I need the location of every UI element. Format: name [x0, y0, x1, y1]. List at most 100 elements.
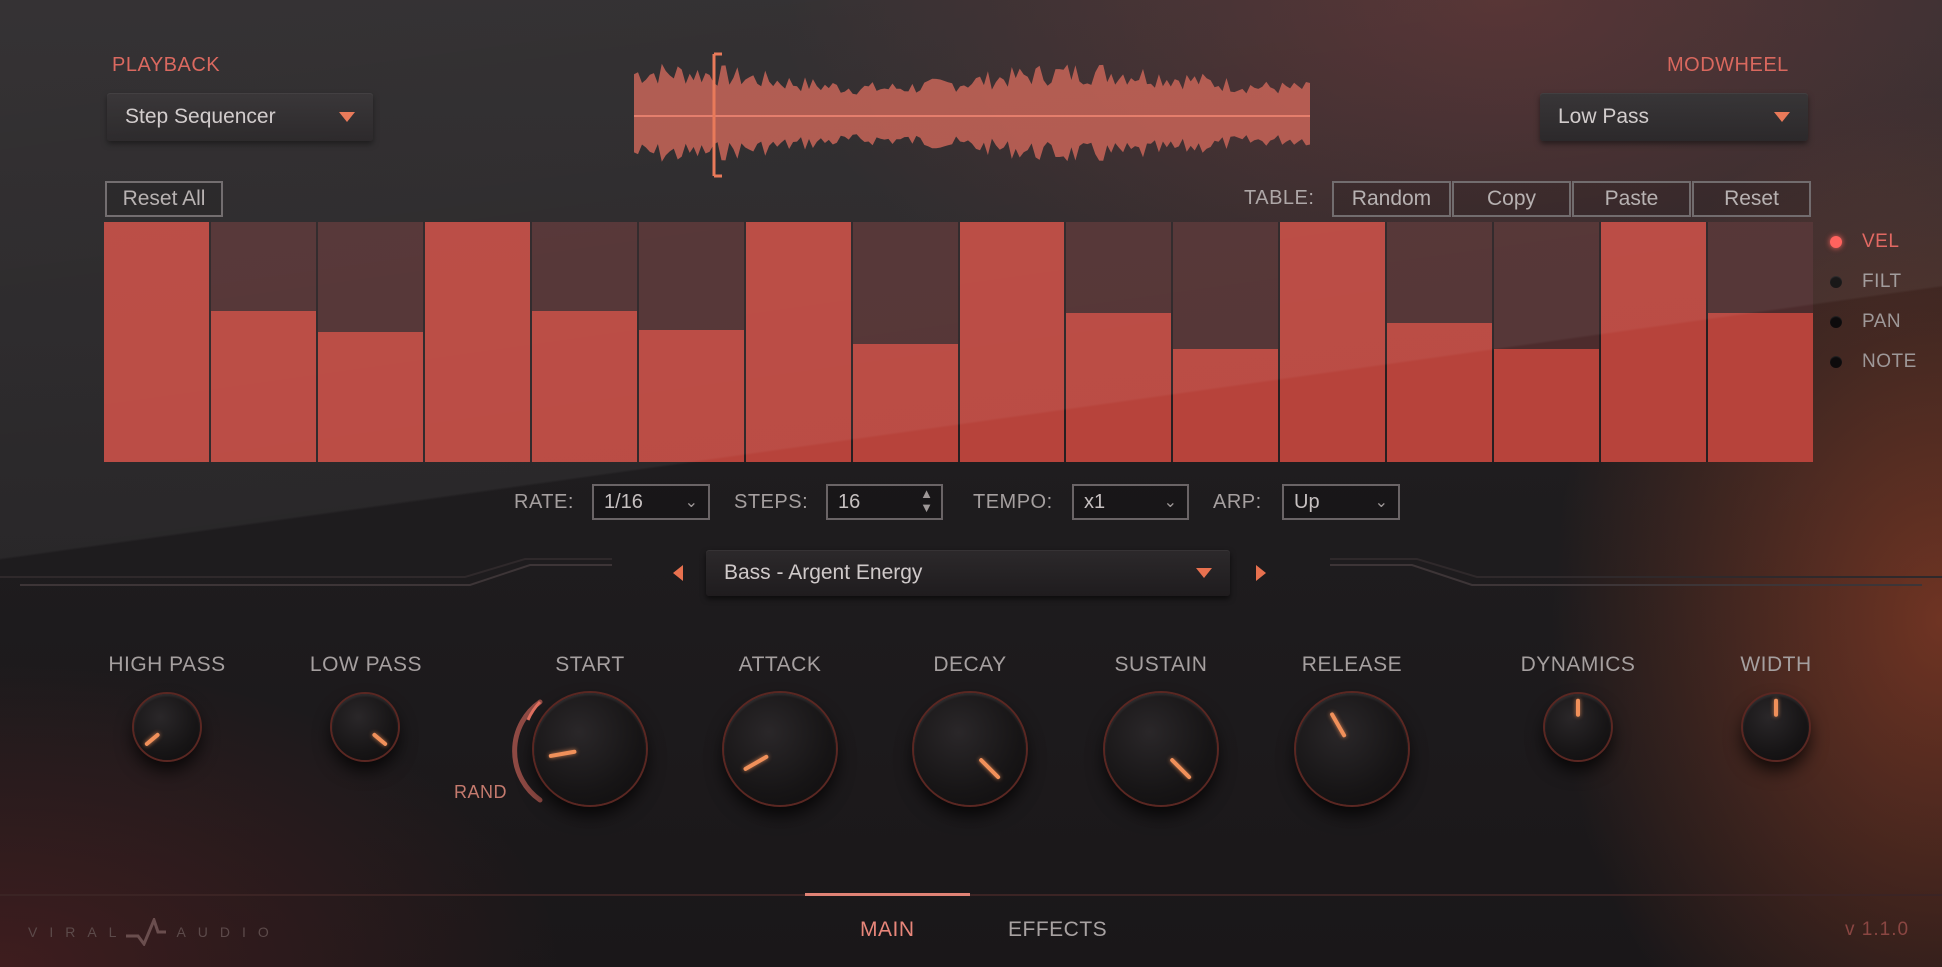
tempo-value: x1: [1084, 490, 1106, 513]
step-value-fill: [1601, 222, 1707, 462]
step-7[interactable]: [745, 222, 851, 462]
step-value-fill: [1387, 322, 1493, 462]
low-pass-knob[interactable]: [332, 694, 398, 760]
step-value-fill: [852, 344, 958, 462]
preset-next-button[interactable]: [1256, 565, 1266, 581]
mode-filt-label: FILT: [1862, 271, 1902, 292]
high-pass-label: HIGH PASS: [108, 653, 226, 676]
modwheel-dropdown[interactable]: Low Pass: [1540, 93, 1808, 141]
step-5[interactable]: [531, 222, 637, 462]
step-16[interactable]: [1708, 222, 1813, 462]
playback-value: Step Sequencer: [125, 105, 276, 128]
rand-label: RAND: [454, 782, 508, 802]
preset-prev-button[interactable]: [673, 565, 683, 581]
width-label: WIDTH: [1740, 653, 1812, 676]
table-paste-button[interactable]: Paste: [1572, 181, 1691, 217]
logo-mark-icon: [126, 918, 167, 946]
sustain-label: SUSTAIN: [1114, 653, 1208, 676]
arp-value: Up: [1294, 490, 1320, 513]
tempo-select[interactable]: x1 ⌄: [1072, 484, 1189, 520]
modwheel-label: MODWHEEL: [1667, 54, 1789, 76]
attack-label: ATTACK: [738, 653, 822, 676]
tab-effects[interactable]: EFFECTS: [1008, 918, 1107, 942]
playback-label: PLAYBACK: [112, 54, 221, 76]
step-value-fill: [317, 332, 423, 462]
step-sequencer-grid[interactable]: [104, 222, 1813, 462]
radio-dot-icon: [1830, 356, 1842, 368]
step-value-fill: [1173, 349, 1279, 462]
step-value-fill: [959, 222, 1065, 462]
radio-dot-icon: [1830, 236, 1842, 248]
chevron-down-icon: [339, 112, 355, 122]
decay-label: DECAY: [933, 653, 1007, 676]
mode-vel[interactable]: VEL: [1830, 227, 1899, 257]
step-12[interactable]: [1280, 222, 1386, 462]
logo-text-left: VIRAL: [28, 924, 129, 940]
start-label: START: [555, 653, 625, 676]
step-6[interactable]: [638, 222, 744, 462]
chevron-down-icon: [1196, 568, 1212, 578]
tempo-label: TEMPO:: [973, 491, 1053, 513]
table-reset-button[interactable]: Reset: [1692, 181, 1811, 217]
chevron-down-icon: ⌄: [1163, 494, 1177, 511]
rate-value: 1/16: [604, 490, 643, 513]
step-13[interactable]: [1387, 222, 1493, 462]
step-value-fill: [1280, 222, 1386, 462]
chevron-down-icon: [1774, 112, 1790, 122]
width-knob[interactable]: [1743, 694, 1809, 760]
table-copy-button[interactable]: Copy: [1452, 181, 1571, 217]
radio-dot-icon: [1830, 276, 1842, 288]
start-knob[interactable]: [534, 693, 646, 805]
stepper-arrows-icon[interactable]: ▲ ▼: [920, 487, 933, 515]
rate-select[interactable]: 1/16 ⌄: [592, 484, 710, 520]
step-2[interactable]: [210, 222, 316, 462]
mode-filt[interactable]: FILT: [1830, 267, 1902, 297]
waveform-display[interactable]: [634, 50, 1310, 178]
mode-vel-label: VEL: [1862, 231, 1900, 252]
sustain-knob[interactable]: [1105, 693, 1217, 805]
high-pass-knob[interactable]: [134, 694, 200, 760]
step-10[interactable]: [1066, 222, 1172, 462]
chevron-down-icon: ⌄: [684, 494, 698, 511]
table-random-button[interactable]: Random: [1332, 181, 1451, 217]
step-8[interactable]: [852, 222, 958, 462]
step-value-fill: [745, 222, 851, 462]
step-15[interactable]: [1601, 222, 1707, 462]
step-value-fill: [1066, 313, 1172, 462]
step-11[interactable]: [1173, 222, 1279, 462]
table-label: TABLE:: [1244, 187, 1315, 209]
step-value-fill: [638, 330, 744, 462]
modwheel-value: Low Pass: [1558, 105, 1650, 128]
tab-main[interactable]: MAIN: [860, 918, 915, 942]
decay-knob[interactable]: [914, 693, 1026, 805]
low-pass-label: LOW PASS: [309, 653, 423, 676]
release-knob[interactable]: [1296, 693, 1408, 805]
mode-pan[interactable]: PAN: [1830, 307, 1901, 337]
step-value-fill: [210, 310, 316, 462]
step-14[interactable]: [1494, 222, 1600, 462]
step-9[interactable]: [959, 222, 1065, 462]
steps-stepper[interactable]: 16 ▲ ▼: [826, 484, 943, 520]
arp-select[interactable]: Up ⌄: [1282, 484, 1400, 520]
preset-dropdown[interactable]: Bass - Argent Energy: [706, 550, 1230, 596]
logo-text-right: AUDIO: [176, 924, 281, 940]
steps-label: STEPS:: [734, 491, 809, 513]
dynamics-knob[interactable]: [1545, 694, 1611, 760]
mode-note[interactable]: NOTE: [1830, 347, 1917, 377]
step-value-fill: [424, 222, 530, 462]
step-3[interactable]: [317, 222, 423, 462]
step-value-fill: [531, 310, 637, 462]
plugin-window: PLAYBACK Step Sequencer MODWHEEL Low Pas…: [0, 0, 1942, 967]
chevron-down-icon: ⌄: [1374, 494, 1388, 511]
attack-knob[interactable]: [724, 693, 836, 805]
step-4[interactable]: [424, 222, 530, 462]
step-value-fill: [1708, 313, 1813, 462]
viral-audio-logo: VIRAL AUDIO: [28, 918, 281, 946]
mode-note-label: NOTE: [1862, 351, 1917, 372]
rate-label: RATE:: [514, 491, 574, 513]
reset-all-button[interactable]: Reset All: [105, 181, 223, 217]
preset-value: Bass - Argent Energy: [724, 561, 923, 584]
release-label: RELEASE: [1301, 653, 1403, 676]
playback-dropdown[interactable]: Step Sequencer: [107, 93, 373, 141]
step-1[interactable]: [104, 222, 209, 462]
